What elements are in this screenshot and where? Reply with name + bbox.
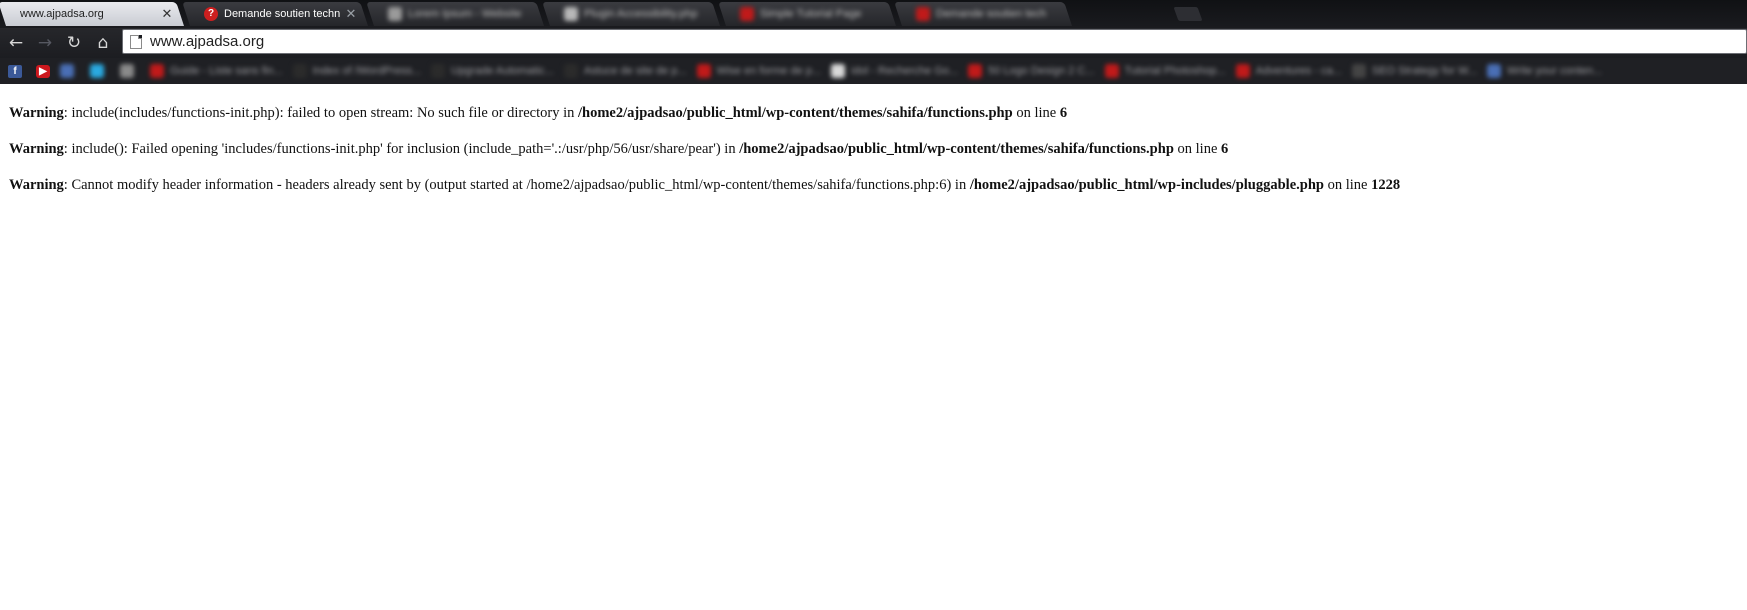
bookmark-item[interactable]: idol - Recherche Go...: [831, 64, 958, 78]
warning-text: on line: [1323, 177, 1372, 193]
bookmark-favicon-icon: [431, 64, 446, 78]
tab-title: Demande soutien techniq: [224, 8, 340, 20]
php-warning: Warning: include(): Failed opening 'incl…: [9, 140, 1729, 158]
bookmark-item[interactable]: Guide - Liste sans fin...: [150, 64, 283, 78]
warning-path: /home2/ajpadsao/public_html/wp-content/t…: [578, 105, 1013, 121]
warning-label: Warning: [9, 141, 64, 157]
tab-title: Lorem Ipsum - Website: [408, 8, 522, 20]
tab-blurred[interactable]: Lorem Ipsum - Website: [366, 2, 544, 26]
warning-text: : include(): Failed opening 'includes/fu…: [63, 141, 740, 157]
page-icon: [130, 34, 142, 49]
bookmark-favicon-icon: [90, 64, 104, 78]
warning-label: Warning: [9, 105, 64, 121]
bookmark-label: idol - Recherche Go...: [851, 65, 959, 77]
tab-blurred[interactable]: Demande soutien tech: [894, 2, 1072, 26]
tab-blurred[interactable]: Plugin Accessibility.php: [542, 2, 720, 26]
bookmark-favicon-icon: [831, 64, 846, 78]
page-content: Warning: include(includes/functions-init…: [9, 104, 1729, 212]
favicon-icon: [916, 7, 930, 21]
url-text[interactable]: www.ajpadsa.org: [150, 33, 264, 50]
warning-text: on line: [1173, 141, 1222, 157]
bookmark-item[interactable]: Upgrade Automatic...: [431, 64, 554, 78]
bookmark-label: Guide - Liste sans fin...: [170, 65, 283, 77]
bookmark-item[interactable]: Index of /WordPress...: [292, 64, 422, 78]
tab-title: Demande soutien tech: [936, 8, 1047, 20]
bookmark-item[interactable]: Wise en forme de p...: [696, 64, 822, 78]
reload-icon[interactable]: ↻: [63, 32, 85, 54]
bookmark-item[interactable]: [120, 64, 140, 78]
bookmark-favicon-icon: [150, 64, 164, 78]
tab-demande-soutien[interactable]: ? Demande soutien techniq ✕: [182, 2, 368, 26]
bookmark-label: 50 Logo Design 2 C...: [988, 65, 1095, 77]
favicon-icon: [740, 7, 754, 21]
warning-line-number: 1228: [1371, 177, 1401, 193]
bookmark-item[interactable]: [60, 64, 80, 78]
tab-blurred[interactable]: Simple Tutorial Page: [718, 2, 896, 26]
bookmark-favicon-icon: [1351, 64, 1366, 78]
bookmark-label: Wise en forme de p...: [716, 65, 822, 77]
bookmark-label: Astuce de site de p...: [583, 65, 687, 77]
tab-title: Simple Tutorial Page: [760, 8, 862, 20]
forward-icon[interactable]: →: [34, 32, 56, 54]
bookmarks-bar: f ▶ Guide - Liste sans fin... Index of /W…: [0, 58, 1747, 84]
bookmark-label: Adventures - ca...: [1255, 65, 1342, 77]
warning-label: Warning: [9, 177, 64, 193]
php-warning: Warning: include(includes/functions-init…: [9, 104, 1729, 122]
new-tab-button[interactable]: [1173, 7, 1203, 21]
warning-path: /home2/ajpadsao/public_html/wp-includes/…: [969, 177, 1324, 193]
warning-line-number: 6: [1221, 141, 1229, 157]
back-icon[interactable]: ←: [5, 32, 27, 54]
warning-line-number: 6: [1059, 105, 1068, 121]
tab-ajpadsa[interactable]: www.ajpadsa.org ✕: [0, 2, 184, 26]
bookmark-favicon-icon: [60, 64, 74, 78]
favicon-icon: [564, 7, 578, 21]
youtube-icon[interactable]: ▶: [36, 64, 50, 78]
bookmark-label: Write your conten...: [1507, 65, 1603, 77]
warning-text: : Cannot modify header information - hea…: [63, 177, 970, 193]
tab-title: www.ajpadsa.org: [20, 8, 104, 20]
bookmark-label: Upgrade Automatic...: [451, 65, 554, 77]
bookmark-item[interactable]: Write your conten...: [1487, 64, 1602, 78]
browser-chrome: www.ajpadsa.org ✕ ? Demande soutien tech…: [0, 0, 1747, 84]
home-icon[interactable]: ⌂: [92, 32, 114, 54]
bookmark-favicon-icon: [120, 64, 134, 78]
php-warning: Warning: Cannot modify header informatio…: [9, 176, 1729, 194]
bookmark-item[interactable]: SEO Strategy for W...: [1351, 64, 1478, 78]
tab-title: Plugin Accessibility.php: [584, 8, 698, 20]
bookmark-label: Tutorial Photoshop...: [1124, 65, 1226, 77]
bookmark-label: SEO Strategy for W...: [1371, 65, 1478, 77]
bookmark-favicon-icon: [563, 64, 578, 78]
bookmark-item[interactable]: Astuce de site de p...: [563, 64, 687, 78]
bookmark-item[interactable]: 50 Logo Design 2 C...: [968, 64, 1095, 78]
bookmark-item[interactable]: Adventures - ca...: [1235, 64, 1342, 78]
bookmark-favicon-icon: [696, 64, 711, 78]
close-icon[interactable]: ✕: [160, 6, 174, 22]
address-bar[interactable]: www.ajpadsa.org: [122, 29, 1747, 54]
bookmark-favicon-icon: [1487, 64, 1502, 78]
warning-path: /home2/ajpadsao/public_html/wp-content/t…: [739, 141, 1174, 157]
question-icon: ?: [204, 7, 218, 21]
bookmark-item[interactable]: [90, 64, 110, 78]
bookmark-item[interactable]: Tutorial Photoshop...: [1104, 64, 1226, 78]
toolbar: ← → ↻ ⌂ www.ajpadsa.org: [0, 28, 1747, 58]
bookmark-favicon-icon: [1104, 64, 1119, 78]
bookmark-favicon-icon: [968, 64, 983, 78]
tab-strip: www.ajpadsa.org ✕ ? Demande soutien tech…: [0, 0, 1747, 28]
facebook-icon[interactable]: f: [8, 64, 22, 78]
warning-text: on line: [1012, 105, 1060, 121]
warning-text: : include(includes/functions-init.php): …: [63, 105, 579, 121]
close-icon[interactable]: ✕: [344, 6, 358, 22]
bookmark-favicon-icon: [1235, 64, 1250, 78]
favicon-icon: [388, 7, 402, 21]
bookmark-label: Index of /WordPress...: [312, 65, 422, 77]
bookmark-favicon-icon: [292, 64, 307, 78]
